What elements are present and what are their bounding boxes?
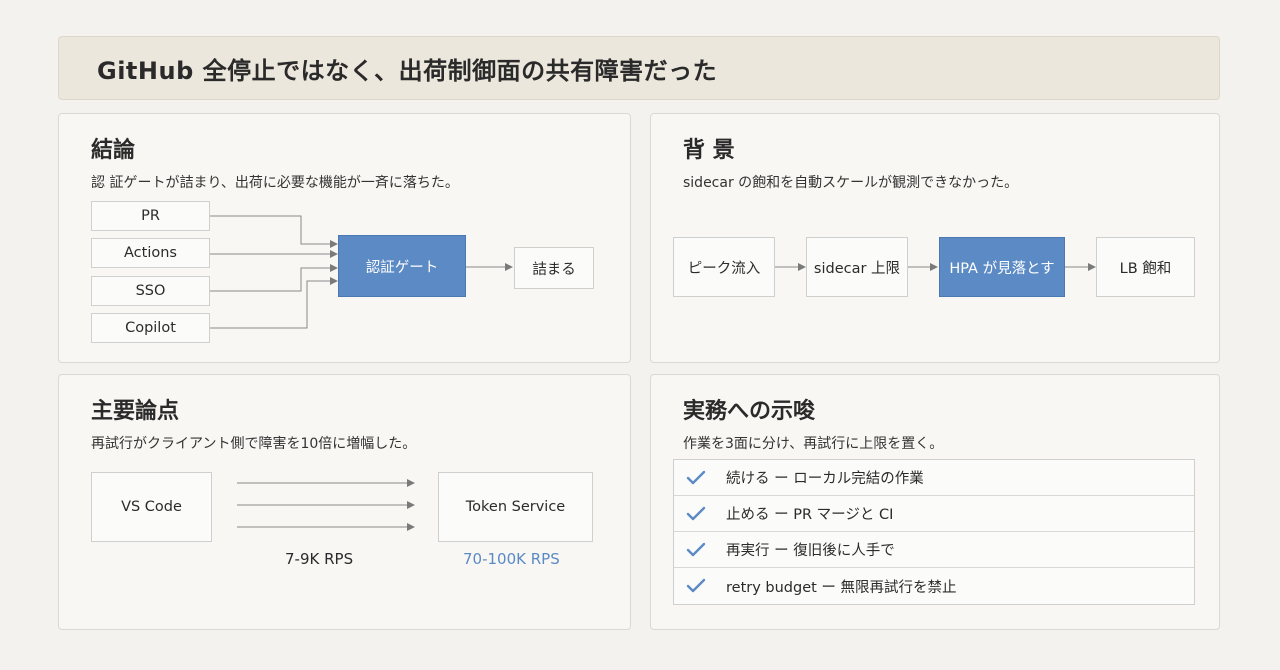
issue-heading: 主要論点	[91, 399, 180, 424]
page-title: GitHub 全停止ではなく、出荷制御面の共有障害だった	[97, 56, 718, 85]
result-box: 詰まる	[514, 247, 594, 289]
server-box: Token Service	[438, 472, 593, 542]
implications-heading: 実務への示唆	[683, 399, 816, 424]
client-box: VS Code	[91, 472, 212, 542]
source-copilot: Copilot	[91, 313, 210, 343]
rate-before: 7-9K RPS	[285, 550, 354, 568]
arrow-pr	[210, 215, 338, 248]
implications-panel: 実務への示唆 作業を3面に分け、再試行に上限を置く。 続ける ー ローカル完結の…	[650, 374, 1220, 630]
flow-lb-saturation: LB 飽和	[1096, 237, 1195, 297]
background-heading: 背 景	[683, 138, 735, 163]
conclusion-subtitle: 認 証ゲートが詰まり、出荷に必要な機能が一斉に落ちた。	[91, 175, 459, 191]
conclusion-panel: 結論 認 証ゲートが詰まり、出荷に必要な機能が一斉に落ちた。 PR Action…	[58, 113, 631, 363]
title-bar: GitHub 全停止ではなく、出荷制御面の共有障害だった	[58, 36, 1220, 100]
flow-peak-inflow: ピーク流入	[673, 237, 775, 297]
check-icon	[686, 578, 722, 594]
issue-subtitle: 再試行がクライアント側で障害を10倍に増幅した。	[91, 436, 417, 452]
checklist-item-text: 止める ー PR マージと CI	[726, 507, 894, 523]
flow-hpa-miss: HPA が見落とす	[939, 237, 1065, 297]
background-subtitle: sidecar の飽和を自動スケールが観測できなかった。	[683, 175, 1019, 191]
source-sso: SSO	[91, 276, 210, 306]
auth-gate-box: 認証ゲート	[338, 235, 466, 297]
checklist-item-text: 続ける ー ローカル完結の作業	[726, 471, 924, 487]
check-icon	[686, 470, 722, 486]
background-panel: 背 景 sidecar の飽和を自動スケールが観測できなかった。 ピーク流入 s…	[650, 113, 1220, 363]
check-icon	[686, 542, 722, 558]
implications-checklist: 続ける ー ローカル完結の作業 止める ー PR マージと CI 再実行 ー 復…	[673, 459, 1195, 605]
check-icon	[686, 506, 722, 522]
rate-after: 70-100K RPS	[463, 550, 560, 568]
checklist-item: 再実行 ー 復旧後に人手で	[674, 532, 1194, 568]
conclusion-heading: 結論	[91, 138, 136, 163]
arrow-sso	[210, 264, 338, 292]
checklist-item: retry budget ー 無限再試行を禁止	[674, 568, 1194, 604]
implications-subtitle: 作業を3面に分け、再試行に上限を置く。	[683, 436, 944, 452]
flow-sidecar-limit: sidecar 上限	[806, 237, 908, 297]
checklist-item: 止める ー PR マージと CI	[674, 496, 1194, 532]
source-pr: PR	[91, 201, 210, 231]
checklist-item: 続ける ー ローカル完結の作業	[674, 460, 1194, 496]
issue-panel: 主要論点 再試行がクライアント側で障害を10倍に増幅した。 VS Code To…	[58, 374, 631, 630]
checklist-item-text: 再実行 ー 復旧後に人手で	[726, 543, 895, 559]
checklist-item-text: retry budget ー 無限再試行を禁止	[726, 579, 957, 596]
source-actions: Actions	[91, 238, 210, 268]
arrow-copilot	[210, 277, 338, 329]
